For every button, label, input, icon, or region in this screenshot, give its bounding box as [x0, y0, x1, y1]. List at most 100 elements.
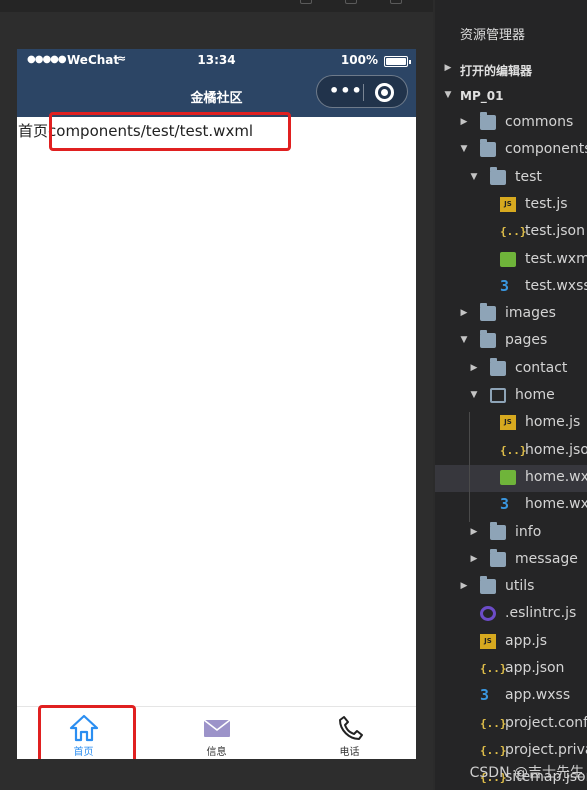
battery-icon — [384, 56, 411, 67]
tree-item[interactable]: {..}project.private.config.json — [435, 738, 587, 765]
tab-phone[interactable]: 电话 — [283, 707, 416, 759]
json-file-icon: {..} — [480, 662, 507, 675]
js-file-icon: JS — [500, 415, 516, 431]
tree-item[interactable]: 3 app.wxss — [435, 683, 587, 710]
tree-item[interactable]: JS home.js — [435, 410, 587, 437]
chevron-right-icon: ▶ — [470, 553, 478, 564]
chevron-down-icon: ▼ — [470, 390, 478, 400]
toolbar-button-icon[interactable] — [300, 0, 312, 4]
tree-item[interactable]: ▼ pages — [435, 328, 587, 355]
chevron-right-icon: ▶ — [460, 581, 468, 592]
chevron-down-icon: ▼ — [470, 171, 478, 182]
tree-item-label: home.js — [525, 414, 581, 431]
tree-item-label: test — [515, 168, 542, 185]
tree-item[interactable]: ▶ images — [435, 301, 587, 328]
tree-item[interactable]: 3 test.wxss — [435, 274, 587, 301]
tree-item[interactable]: ▶ utils — [435, 574, 587, 601]
tree-item[interactable]: ▼ components — [435, 137, 587, 164]
toolbar-button-icon[interactable] — [345, 0, 357, 4]
tree-item[interactable]: ▶ contact — [435, 356, 587, 383]
json-file-icon: {..} — [500, 225, 527, 239]
tree-item[interactable]: JS app.js — [435, 629, 587, 656]
tree-item[interactable]: test.wxml — [435, 247, 587, 274]
status-bar: ●●●●● WeChat ≈ 13:34 100% — [17, 49, 416, 73]
open-editors-label: 打开的编辑器 — [460, 64, 533, 78]
more-menu-icon[interactable]: ••• — [329, 81, 363, 101]
wxss-file-icon: 3 — [500, 495, 510, 514]
open-editors-section[interactable]: ▶ 打开的编辑器 — [435, 56, 587, 83]
toolbar-button-icon[interactable] — [390, 0, 402, 4]
battery-level — [386, 58, 406, 65]
content-prefix: 首页 — [18, 122, 49, 140]
wxml-file-icon — [500, 469, 516, 485]
tree-item-label: test.json — [525, 223, 585, 240]
tree-item[interactable]: {..} app.json — [435, 656, 587, 683]
wechat-navbar: ●●●●● WeChat ≈ 13:34 100% 金橘社区 ••• — [17, 49, 416, 117]
js-file-icon: JS — [480, 633, 496, 649]
battery-percent: 100% — [340, 53, 378, 67]
chevron-down-icon: ▼ — [460, 144, 468, 155]
folder-icon — [480, 576, 496, 595]
tree-item[interactable]: home.wxml — [435, 464, 587, 492]
folder-icon — [480, 112, 496, 130]
chevron-right-icon: ▶ — [470, 526, 478, 537]
tree-item[interactable]: ▶ message — [435, 547, 587, 574]
tab-info[interactable]: 信息 — [150, 707, 283, 759]
eslint-file-icon — [480, 606, 496, 622]
tree-item-label: utils — [505, 578, 535, 595]
tree-item-label: test.wxml — [525, 250, 587, 267]
mini-program-capsule: ••• — [316, 75, 408, 108]
tree-item-label: .eslintrc.js — [505, 605, 577, 622]
chevron-right-icon: ▶ — [460, 308, 468, 319]
tree-item-label: info — [515, 523, 542, 540]
tree-item-label: home — [515, 387, 555, 403]
file-explorer: 资源管理器 ▶ 打开的编辑器 ▼ MP_01 ▶ commons ▼ componen… — [435, 0, 587, 790]
close-mini-program-icon[interactable] — [375, 83, 394, 102]
tree-item-label: project.config.json — [505, 714, 587, 731]
tree-item[interactable]: ▶ info — [435, 520, 587, 547]
folder-open-icon — [490, 388, 506, 403]
js-file-icon: JS — [500, 196, 516, 212]
tree-item[interactable]: JS test.js — [435, 192, 587, 219]
tree-item-label: contact — [515, 359, 568, 376]
tree-item-label: commons — [505, 114, 574, 130]
folder-icon — [490, 166, 506, 185]
simulator-toolbar — [0, 0, 433, 12]
chevron-down-icon: ▼ — [444, 90, 452, 100]
tree-item-label: home.wxml — [525, 468, 587, 485]
tree-item-label: images — [505, 305, 556, 322]
mail-icon — [203, 719, 230, 737]
tree-item[interactable]: {..}home.json — [435, 438, 587, 465]
folder-icon — [480, 139, 496, 158]
tree-item[interactable]: .eslintrc.js — [435, 601, 587, 628]
tree-item-label: pages — [505, 332, 548, 349]
folder-icon — [490, 357, 506, 376]
indent-guide — [469, 412, 470, 522]
tree-item[interactable]: 3 home.wxss — [435, 492, 587, 519]
simulator-pane: ●●●●● WeChat ≈ 13:34 100% 金橘社区 ••• 首页com… — [0, 0, 433, 790]
tree-item-label: app.json — [505, 660, 565, 676]
chevron-down-icon: ▼ — [460, 335, 468, 346]
tree-item[interactable]: ▶ commons — [435, 110, 587, 137]
project-root-section[interactable]: ▼ MP_01 — [435, 83, 587, 110]
json-file-icon: {..} — [500, 443, 527, 457]
tree-item[interactable]: {..}project.config.json — [435, 711, 587, 738]
folder-icon — [490, 548, 506, 567]
folder-icon — [480, 330, 496, 349]
tree-item-label: home.wxss — [525, 496, 587, 513]
chevron-right-icon: ▶ — [444, 63, 452, 73]
wxss-file-icon: 3 — [500, 276, 510, 295]
tree-item[interactable]: ▼ home — [435, 383, 587, 410]
json-file-icon: {..} — [480, 716, 507, 730]
tree-item-label: app.js — [505, 632, 547, 649]
tree-item-label: message — [515, 550, 578, 567]
tree-item-label: test.js — [525, 195, 568, 212]
tab-label-phone: 电话 — [339, 747, 360, 758]
project-name-label: MP_01 — [460, 89, 504, 103]
folder-icon — [490, 521, 506, 540]
json-file-icon: {..} — [480, 743, 507, 757]
tree-item[interactable]: {..} test.json — [435, 219, 587, 246]
tree-item[interactable]: ▼ test — [435, 165, 587, 192]
wxml-file-icon — [500, 251, 516, 267]
highlight-box-home-tab — [38, 705, 136, 759]
